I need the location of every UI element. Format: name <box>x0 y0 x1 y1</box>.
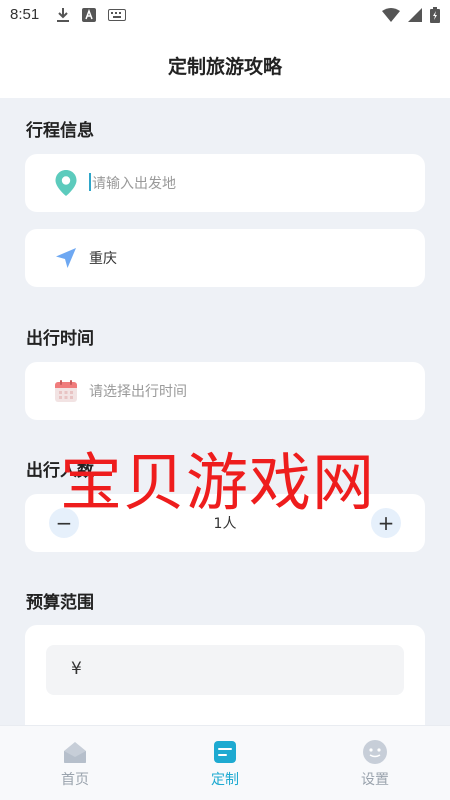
time-section-title: 出行时间 <box>26 329 94 349</box>
navigation-arrow-icon <box>51 243 81 273</box>
home-icon <box>64 742 86 763</box>
itinerary-section-title: 行程信息 <box>26 121 94 141</box>
location-pin-icon <box>51 168 81 198</box>
settings-icon <box>363 740 387 764</box>
budget-section-title: 预算范围 <box>26 593 94 613</box>
status-bar: 8:51 <box>0 0 450 32</box>
departure-placeholder: 请输入出发地 <box>92 176 176 192</box>
time-placeholder: 请选择出行时间 <box>89 384 187 400</box>
currency-symbol: ¥ <box>71 659 82 679</box>
increase-button[interactable]: + <box>371 508 401 538</box>
status-system-icons <box>382 7 440 23</box>
wifi-icon <box>382 8 400 22</box>
status-notification-icons <box>56 7 126 23</box>
destination-value: 重庆 <box>89 251 117 267</box>
calendar-icon <box>51 376 81 406</box>
budget-input[interactable]: ¥ <box>46 645 404 695</box>
signal-icon <box>408 8 422 22</box>
tab-home[interactable]: 首页 <box>0 726 150 800</box>
content-area: 行程信息 请输入出发地 重庆 出行时间 请选择出行时间 出行人数 − 1人 + … <box>0 98 450 725</box>
budget-card: ¥ <box>25 625 425 725</box>
departure-input[interactable]: 请输入出发地 <box>89 173 176 193</box>
tab-customize[interactable]: 定制 <box>150 726 300 800</box>
tab-settings[interactable]: 设置 <box>300 726 450 800</box>
keyboard-icon <box>108 9 126 21</box>
header: 定制旅游攻略 <box>0 32 450 98</box>
page-title: 定制旅游攻略 <box>167 55 282 78</box>
destination-field[interactable]: 重庆 <box>25 229 425 287</box>
status-time: 8:51 <box>10 6 40 23</box>
tab-settings-label: 设置 <box>361 772 389 788</box>
text-cursor <box>89 173 91 191</box>
bottom-tab-bar: 首页 定制 设置 <box>0 725 450 800</box>
time-picker-field[interactable]: 请选择出行时间 <box>25 362 425 420</box>
watermark-text: 宝贝游戏网 <box>60 446 376 519</box>
customize-icon <box>214 741 236 763</box>
departure-field[interactable]: 请输入出发地 <box>25 154 425 212</box>
battery-icon <box>430 7 440 23</box>
tab-home-label: 首页 <box>61 772 89 788</box>
download-icon <box>57 8 69 22</box>
tab-customize-label: 定制 <box>211 772 239 788</box>
app-a-icon <box>82 8 96 22</box>
